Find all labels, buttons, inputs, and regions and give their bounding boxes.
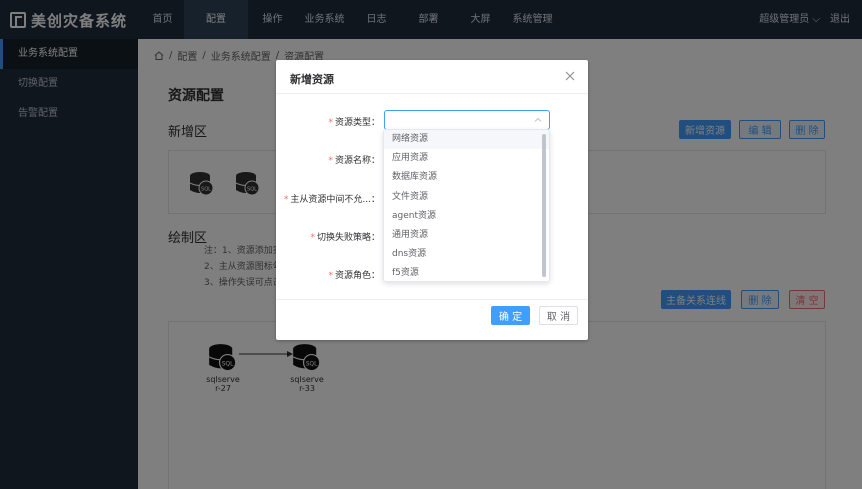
confirm-button[interactable]: 确 定	[491, 306, 530, 325]
option-database[interactable]: 数据库资源	[384, 168, 549, 187]
dialog-header-divider	[276, 93, 588, 94]
field-label-forbid: * 主从资源中间不允...：	[283, 195, 380, 205]
field-label-strategy: * 切换失败策略：	[310, 233, 380, 243]
option-application[interactable]: 应用资源	[384, 149, 549, 168]
dialog-footer-divider	[276, 299, 588, 300]
option-agent[interactable]: agent资源	[384, 207, 549, 226]
dialog-title: 新增资源	[290, 73, 334, 86]
field-label-role: * 资源角色：	[328, 271, 380, 281]
option-f5[interactable]: f5资源	[384, 264, 549, 281]
option-general[interactable]: 通用资源	[384, 226, 549, 245]
resource-type-select[interactable]	[384, 110, 550, 130]
field-label-type: * 资源类型：	[328, 118, 380, 128]
option-dns[interactable]: dns资源	[384, 245, 549, 264]
field-label-name: * 资源名称：	[328, 156, 380, 166]
close-icon[interactable]	[564, 70, 576, 82]
option-network[interactable]: 网络资源	[384, 130, 549, 150]
cancel-button[interactable]: 取 消	[539, 306, 578, 325]
option-file[interactable]: 文件资源	[384, 188, 549, 207]
dropdown-scrollbar[interactable]	[542, 134, 546, 277]
resource-type-dropdown: 网络资源 应用资源 数据库资源 文件资源 agent资源 通用资源 dns资源 …	[383, 129, 550, 282]
chevron-up-icon	[534, 117, 542, 122]
